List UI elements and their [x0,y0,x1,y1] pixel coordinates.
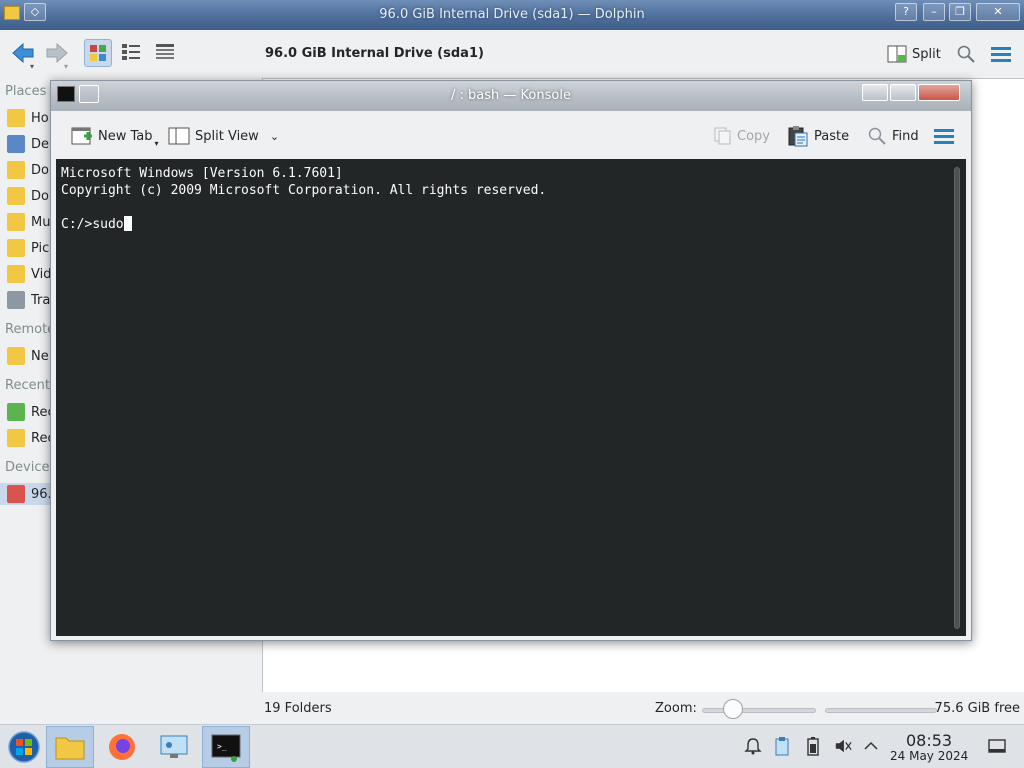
zoom-label: Zoom: [655,701,697,716]
clipboard-icon[interactable] [773,737,791,756]
file-manager-icon[interactable] [46,726,94,768]
konsole-window-title: / : bash — Konsole [451,88,571,103]
start-menu-icon[interactable] [0,726,48,768]
konsole-minimize-button[interactable] [862,84,888,101]
maximize-button[interactable]: ❐ [949,3,971,21]
battery-icon[interactable] [804,737,822,756]
paste-label: Paste [814,128,850,144]
pictures-folder-icon [7,239,25,257]
zoom-slider-track[interactable] [702,708,816,713]
clock-time[interactable]: 08:53 [906,731,952,750]
taskbar: >_ 08:53 24 May 2024 [0,724,1024,768]
copy-button[interactable]: Copy [712,124,770,148]
trash-icon [7,291,25,309]
terminal-scrollbar[interactable] [954,167,960,629]
split-view-icon [887,45,907,63]
paste-icon [788,126,808,147]
new-tab-button[interactable]: New Tab ▾ [71,124,159,148]
location-path[interactable]: 96.0 GiB Internal Drive (sda1) [265,46,484,61]
icons-view-icon[interactable] [84,39,112,67]
status-bar: 19 Folders Zoom: 75.6 GiB free [262,696,1024,722]
zoom-slider-handle[interactable] [723,699,743,719]
new-tab-dropdown-icon: ▾ [154,138,159,148]
videos-folder-icon [7,265,25,283]
split-label: Split [912,46,941,62]
terminal-line: Copyright (c) 2009 Microsoft Corporation… [61,183,547,198]
compact-view-icon[interactable] [118,39,146,67]
find-button[interactable]: Find [867,124,919,148]
firefox-icon[interactable] [98,726,146,768]
new-tab-label: New Tab [98,128,153,144]
recent-files-icon [7,403,25,421]
terminal-line: Microsoft Windows [Version 6.1.7601] [61,166,343,181]
dolphin-window-title: 96.0 GiB Internal Drive (sda1) — Dolphin [379,7,645,22]
back-dropdown-icon[interactable]: ▾ [30,62,34,71]
remote-heading: Remote [5,322,56,337]
free-space-label: 75.6 GiB free [934,701,1020,716]
system-settings-icon[interactable] [150,726,198,768]
devices-heading: Devices [5,460,57,475]
documents-folder-icon [7,161,25,179]
forward-dropdown-icon[interactable]: ▾ [64,62,68,71]
dolphin-titlebar[interactable]: ◇ 96.0 GiB Internal Drive (sda1) — Dolph… [0,0,1024,30]
konsole-icon[interactable]: >_ [202,726,250,768]
music-folder-icon [7,213,25,231]
copy-icon [714,127,731,145]
notifications-icon[interactable] [744,737,762,755]
close-button[interactable]: ✕ [976,3,1020,21]
network-folder-icon [7,347,25,365]
recent-locations-icon [7,429,25,447]
konsole-close-button[interactable] [918,84,960,101]
clock-date[interactable]: 24 May 2024 [890,749,968,763]
terminal-output: Microsoft Windows [Version 6.1.7601] Cop… [61,165,546,233]
konsole-toolbar: New Tab ▾ Split View ⌄ Copy Paste Find [51,111,971,159]
find-label: Find [892,128,919,144]
search-icon[interactable] [956,44,976,68]
volume-muted-icon[interactable] [834,737,852,755]
new-tab-icon [71,127,92,145]
places-heading: Places [5,84,47,99]
split-view-label: Split View [195,128,259,144]
split-view-dropdown-icon: ⌄ [269,129,280,143]
copy-label: Copy [737,128,770,144]
downloads-folder-icon [7,187,25,205]
terminal-prompt: C:/> [61,217,93,232]
hamburger-menu-icon[interactable] [990,46,1012,66]
terminal-area[interactable]: Microsoft Windows [Version 6.1.7601] Cop… [56,159,966,636]
find-icon [868,127,886,145]
svg-text:>_: >_ [217,742,227,751]
dolphin-toolbar: ▾ ▾ 96.0 GiB Internal Drive (sda1) Split [0,30,1024,78]
tray-expand-icon[interactable] [862,737,880,755]
split-button[interactable]: Split [887,43,941,65]
konsole-maximize-button[interactable] [890,84,916,101]
details-view-icon[interactable] [152,39,180,67]
folder-count: 19 Folders [264,701,332,716]
show-desktop-icon[interactable] [988,737,1006,755]
desktop-folder-icon [7,135,25,153]
split-view-button[interactable]: Split View ⌄ [168,124,279,148]
konsole-titlebar[interactable]: / : bash — Konsole [51,81,971,111]
recent-heading: Recent [5,378,50,393]
help-button[interactable]: ? [895,3,917,21]
minimize-button[interactable]: – [923,3,945,21]
terminal-input[interactable]: sudo [92,217,123,232]
konsole-window: / : bash — Konsole New Tab ▾ Split View … [50,80,972,641]
split-view-icon [168,127,190,145]
paste-button[interactable]: Paste [787,124,849,148]
drive-icon [7,485,25,503]
home-folder-icon [7,109,25,127]
konsole-menu-icon[interactable] [933,124,955,148]
text-cursor [123,216,132,231]
free-space-bar [825,708,937,713]
